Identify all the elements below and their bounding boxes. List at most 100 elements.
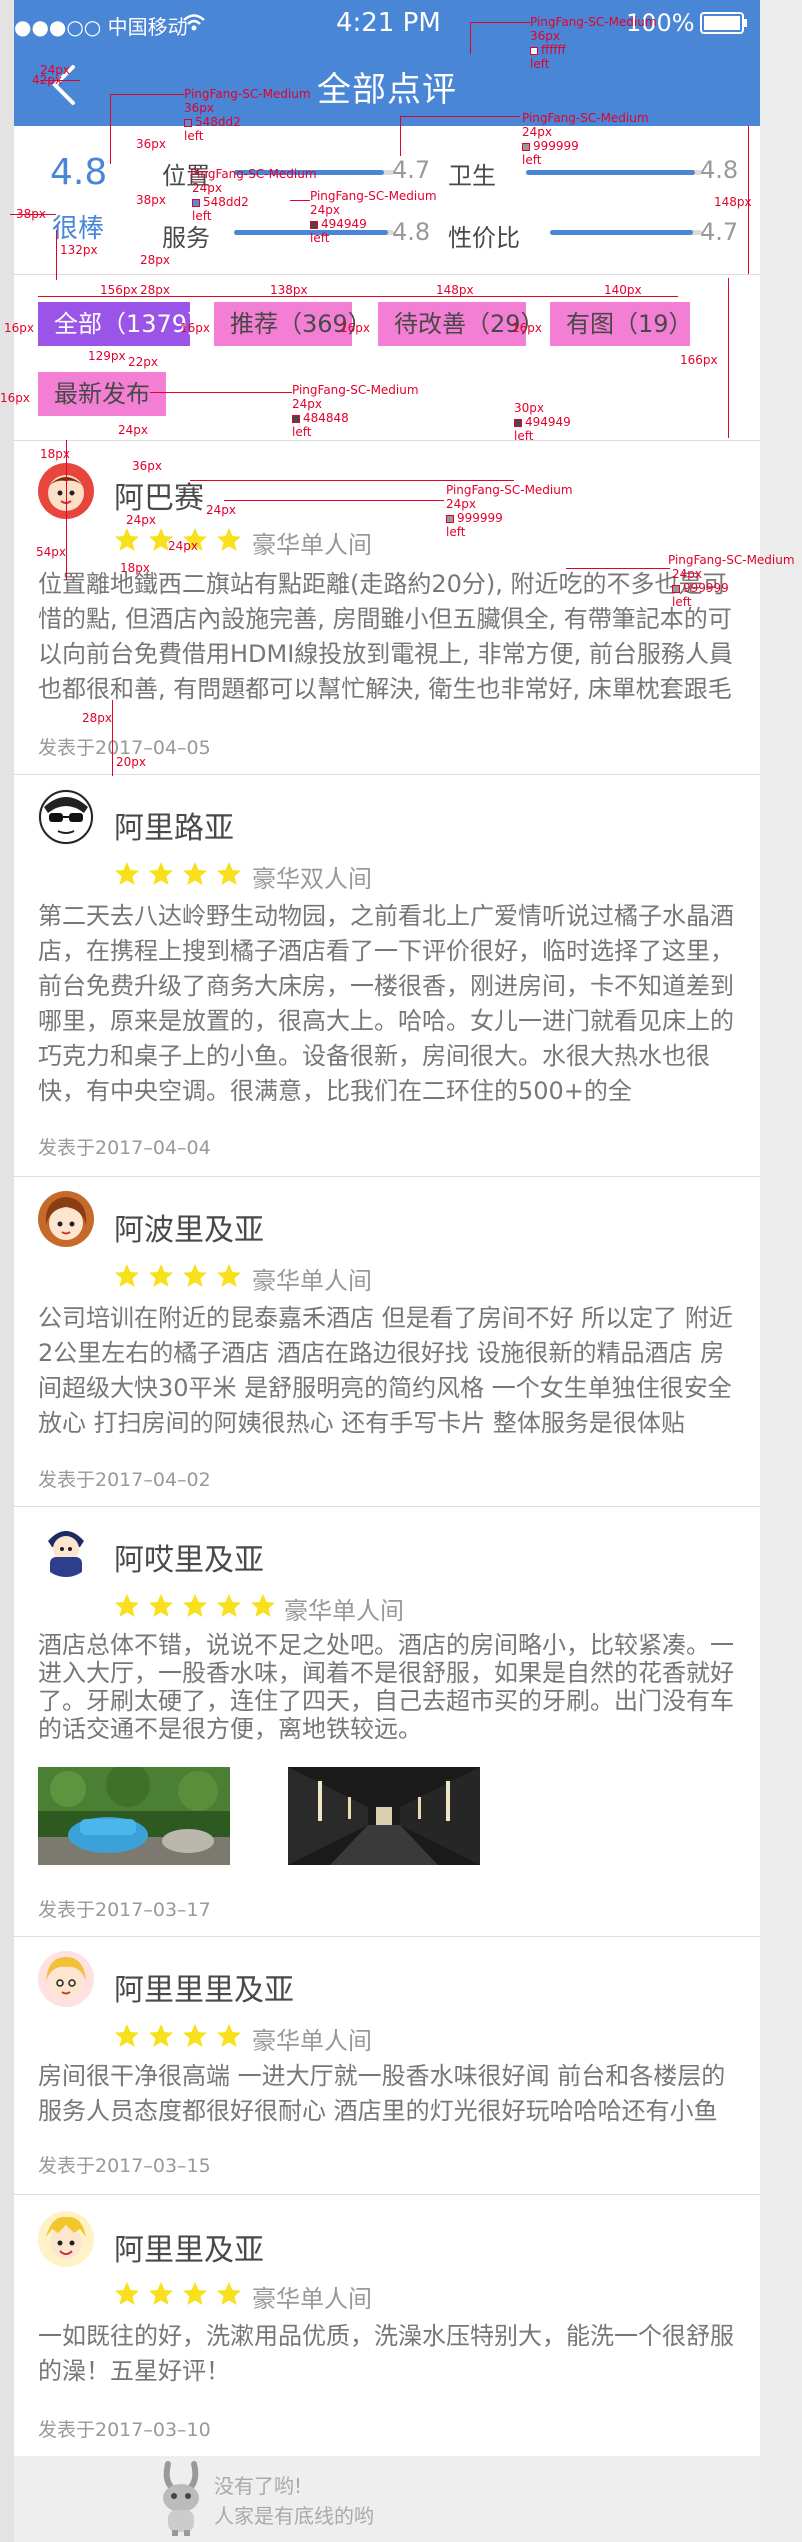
star-icon xyxy=(148,1593,174,1619)
redline-size-label: 148px xyxy=(436,283,474,297)
redline-align-label: left xyxy=(192,209,212,223)
redline-font-label: PingFang-SC-Medium xyxy=(446,483,573,497)
review-photo-2[interactable] xyxy=(288,1767,480,1865)
redline xyxy=(470,22,530,23)
review-text: 公司培训在附近的昆泰嘉禾酒店 但是看了房间不好 所以定了 附近2公里左右的橘子酒… xyxy=(38,1304,733,1437)
room-type: 豪华单人间 xyxy=(252,1267,372,1295)
redline-size-label: 30px xyxy=(514,401,544,415)
category-value-for-money-label: 性价比 xyxy=(448,224,520,252)
redline xyxy=(728,278,729,438)
review-item: 阿巴赛 豪华单人间 位置離地鐵西二旗站有點距離(走路約20分), 附近吃的不多也… xyxy=(14,441,760,775)
color-swatch xyxy=(522,142,530,151)
redline xyxy=(40,80,80,81)
star-icon xyxy=(216,2023,242,2049)
redline-align-label: left xyxy=(672,595,692,609)
category-value-for-money-bar xyxy=(550,230,702,235)
redline-color-label: 494949 xyxy=(514,416,571,428)
redline-size-label: 28px xyxy=(140,253,170,267)
review-date: 发表于2017–04–02 xyxy=(38,1469,211,1491)
room-type: 豪华双人间 xyxy=(252,865,372,893)
filter-to-improve-chip[interactable]: 待改善（29） xyxy=(378,302,545,346)
star-icon xyxy=(250,1593,276,1619)
avatar[interactable] xyxy=(38,1191,94,1247)
redline-size-label: 24px xyxy=(118,423,148,437)
review-item: 阿哎里及亚 豪华单人间 酒店总体不错，说说不足之处吧。酒店的房间略小，比较紧凑。… xyxy=(14,1507,760,1937)
reviewer-name: 阿里路亚 xyxy=(114,811,234,846)
reviewer-name: 阿哎里及亚 xyxy=(114,1543,264,1578)
color-swatch xyxy=(292,414,300,423)
wifi-icon xyxy=(183,14,205,31)
redline xyxy=(110,94,184,95)
footer-line-1: 没有了哟! xyxy=(214,2474,303,2498)
redline-size-label: 24px xyxy=(310,203,340,217)
redline-size-label: 156px xyxy=(100,283,138,297)
redline-color-value: 484848 xyxy=(303,411,349,425)
redline-size-label: 148px xyxy=(714,195,752,209)
status-time: 4:21 PM xyxy=(336,8,441,38)
redline-font-label: PingFang-SC-Medium xyxy=(310,189,437,203)
star-rating xyxy=(114,2023,250,2049)
review-item: 阿波里及亚 豪华单人间 公司培训在附近的昆泰嘉禾酒店 但是看了房间不好 所以定了… xyxy=(14,1177,760,1507)
redline-color-value: 999999 xyxy=(533,139,579,153)
redline-color-label: 999999 xyxy=(672,582,729,594)
redline xyxy=(470,22,471,54)
redline-size-label: 54px xyxy=(36,545,66,559)
star-icon xyxy=(182,2023,208,2049)
color-swatch xyxy=(672,584,680,593)
redline xyxy=(290,200,310,201)
avatar[interactable] xyxy=(38,789,94,845)
redline xyxy=(190,480,514,481)
star-rating xyxy=(114,1263,250,1289)
star-icon xyxy=(216,1593,242,1619)
photo-corridor xyxy=(288,1767,480,1865)
redline-size-label: 24px xyxy=(446,497,476,511)
redline-size-label: 36px xyxy=(132,459,162,473)
redline xyxy=(112,700,113,776)
star-icon xyxy=(148,2023,174,2049)
divider xyxy=(14,274,760,275)
redline xyxy=(566,568,670,569)
redline-size-label: 132px xyxy=(60,243,98,257)
redline-font-label: PingFang-SC-Medium xyxy=(184,87,311,101)
battery-icon xyxy=(700,12,747,34)
photo-lounge-chairs xyxy=(38,1767,230,1865)
star-icon xyxy=(114,1593,140,1619)
review-photo-1[interactable] xyxy=(38,1767,230,1865)
star-icon xyxy=(148,2281,174,2307)
star-icon xyxy=(148,861,174,887)
redline-size-label: 36px xyxy=(530,29,560,43)
avatar[interactable] xyxy=(38,1521,94,1577)
category-value-for-money-fill xyxy=(550,230,693,235)
star-icon xyxy=(114,861,140,887)
redline-font-label: PingFang-SC-Medium xyxy=(522,111,649,125)
redline-font-label: PingFang-SC-Medium xyxy=(292,383,419,397)
star-icon xyxy=(114,2281,140,2307)
avatar-pink-hair-icon xyxy=(46,1957,86,1999)
avatar-boy-icon xyxy=(48,1531,84,1577)
star-icon xyxy=(216,527,242,553)
color-swatch xyxy=(530,46,538,55)
redline-color-label: 999999 xyxy=(522,140,579,152)
avatar[interactable] xyxy=(38,1951,94,2007)
avatar-brown-hair-icon xyxy=(45,1197,87,1240)
filter-recommended-chip[interactable]: 推荐（369） xyxy=(214,302,372,346)
redline-size-label: 16px xyxy=(4,321,34,335)
review-text: 房间很干净很高端 一进大厅就一股香水味很好闻 前台和各楼层的服务人员态度都很好很… xyxy=(38,2062,726,2125)
overall-rating-word: 很棒 xyxy=(52,214,105,244)
star-icon xyxy=(182,2281,208,2307)
redline-size-label: 16px xyxy=(512,321,542,335)
color-swatch xyxy=(446,514,454,523)
redline-color-value: 494949 xyxy=(525,415,571,429)
avatar[interactable] xyxy=(38,2211,94,2267)
filter-latest-chip[interactable]: 最新发布 xyxy=(38,372,166,416)
category-location-value: 4.7 xyxy=(392,156,431,184)
redline xyxy=(66,440,67,580)
filter-with-photos-chip[interactable]: 有图（19） xyxy=(550,302,693,346)
star-rating xyxy=(114,2281,250,2307)
page-title: 全部点评 xyxy=(317,70,457,110)
redline-font-label: PingFang-SC-Medium xyxy=(190,167,317,181)
redline-size-label: 28px xyxy=(140,283,170,297)
star-icon xyxy=(216,1263,242,1289)
room-type: 豪华单人间 xyxy=(284,1597,404,1625)
filter-all-chip[interactable]: 全部（1379） xyxy=(38,302,211,346)
